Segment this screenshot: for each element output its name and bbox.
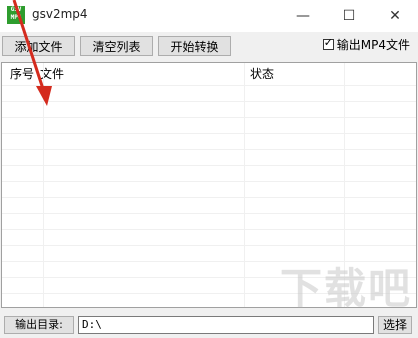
watermark: 下载吧 [279,264,412,313]
choose-button[interactable]: 选择 [378,316,412,334]
start-convert-button[interactable]: 开始转换 [158,36,231,56]
output-bar: 输出目录: D:\ 选择 [0,310,418,338]
output-mp4-checkbox[interactable] [322,36,334,50]
title-bar: GSV MP4 gsv2mp4 — ☐ ✕ [0,0,418,32]
window-title: gsv2mp4 [32,7,88,21]
column-divider [43,63,44,307]
output-mp4-option[interactable]: 输出MP4文件 [322,36,410,53]
column-file[interactable]: 文件 [32,63,242,85]
output-dir-field[interactable]: D:\ [78,316,374,334]
maximize-icon[interactable]: ☐ [326,0,372,32]
app-icon: GSV MP4 [7,6,25,24]
list-header: 序号 文件 状态 [2,63,416,86]
add-file-button[interactable]: 添加文件 [2,36,75,56]
column-status[interactable]: 状态 [242,63,342,85]
column-divider [244,63,245,307]
output-mp4-label: 输出MP4文件 [336,38,410,52]
clear-list-button[interactable]: 清空列表 [80,36,153,56]
close-icon[interactable]: ✕ [372,0,418,32]
output-dir-label: 输出目录: [4,316,74,334]
minimize-icon[interactable]: — [280,0,326,32]
